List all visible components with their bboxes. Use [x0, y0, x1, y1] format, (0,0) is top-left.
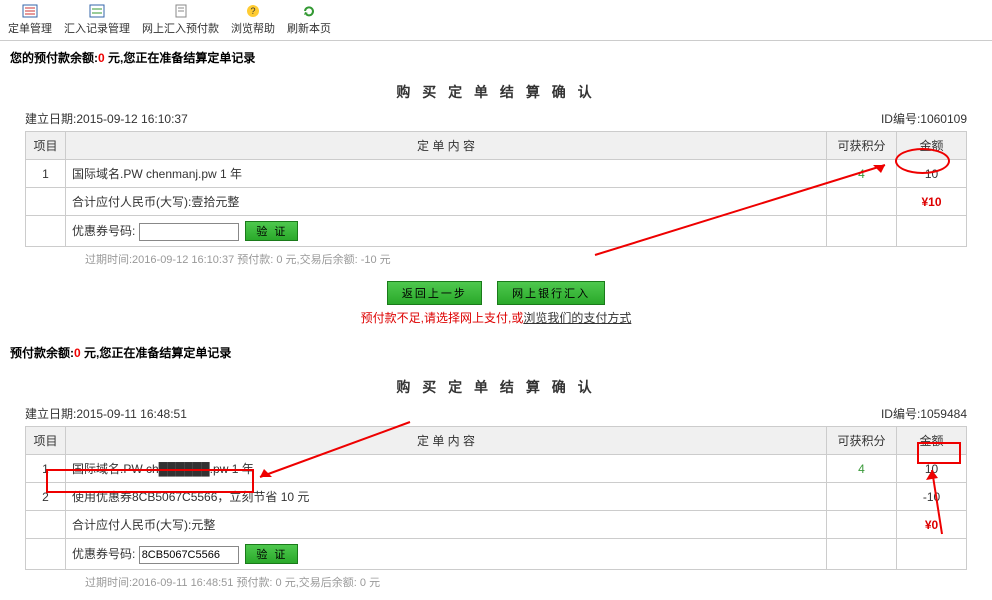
nav-label: 定单管理	[8, 20, 52, 36]
nav-help[interactable]: ? 浏览帮助	[231, 4, 275, 36]
created-date: 建立日期:2015-09-11 16:48:51	[25, 405, 187, 422]
nav-label: 刷新本页	[287, 20, 331, 36]
expiry-info: 过期时间:2016-09-11 16:48:51 预付款: 0 元,交易后余额:…	[25, 570, 967, 590]
refresh-icon	[301, 4, 317, 18]
section-title: 购 买 定 单 结 算 确 认	[25, 82, 967, 102]
coupon-input[interactable]	[139, 546, 239, 564]
expiry-info: 过期时间:2016-09-12 16:10:37 预付款: 0 元,交易后余额:…	[25, 247, 967, 267]
nav-orders[interactable]: 定单管理	[8, 4, 52, 36]
table-row: 1 国际域名.PW ch██████.pw 1 年 4 10	[26, 455, 967, 483]
nav-label: 网上汇入预付款	[142, 20, 219, 36]
verify-button[interactable]: 验 证	[245, 544, 298, 564]
table-row: 1 国际域名.PW chenmanj.pw 1 年 4 10	[26, 160, 967, 188]
col-idx: 项目	[26, 132, 66, 160]
sum-row: 合计应付人民币(大写):壹拾元整 ¥10	[26, 188, 967, 216]
coupon-row: 优惠券号码: 验 证	[26, 216, 967, 247]
bank-remit-button[interactable]: 网上银行汇入	[497, 281, 605, 305]
svg-text:?: ?	[250, 6, 255, 16]
coupon-input[interactable]	[139, 223, 239, 241]
order-table-2: 项目 定 单 内 容 可获积分 金额 1 国际域名.PW ch██████.pw…	[25, 426, 967, 570]
balance-bar-2: 预付款余额:0 元,您正在准备结算定单记录	[0, 336, 992, 369]
order-table-1: 项目 定 单 内 容 可获积分 金额 1 国际域名.PW chenmanj.pw…	[25, 131, 967, 247]
amount-due: ¥0	[897, 511, 967, 539]
nav-label: 汇入记录管理	[64, 20, 130, 36]
coupon-row: 优惠券号码: 验 证	[26, 539, 967, 570]
list-icon	[89, 4, 105, 18]
help-icon: ?	[245, 4, 261, 18]
col-content: 定 单 内 容	[66, 132, 827, 160]
order-id: ID编号:1059484	[881, 405, 967, 422]
list-icon	[22, 4, 38, 18]
coupon-label: 优惠券号码:	[72, 224, 135, 238]
nav-refresh[interactable]: 刷新本页	[287, 4, 331, 36]
section-title: 购 买 定 单 结 算 确 认	[25, 377, 967, 397]
balance-bar-1: 您的预付款余额:0 元,您正在准备结算定单记录	[0, 41, 992, 74]
doc-icon	[173, 4, 189, 18]
amount-due: ¥10	[897, 188, 967, 216]
col-amount: 金额	[897, 427, 967, 455]
back-button[interactable]: 返回上一步	[387, 281, 482, 305]
top-nav: 定单管理 汇入记录管理 网上汇入预付款 ? 浏览帮助 刷新本页	[0, 0, 992, 41]
table-row: 2 使用优惠券8CB5067C5566，立刻节省 10 元 -10	[26, 483, 967, 511]
nav-remit-records[interactable]: 汇入记录管理	[64, 4, 130, 36]
nav-label: 浏览帮助	[231, 20, 275, 36]
created-date: 建立日期:2015-09-12 16:10:37	[25, 110, 188, 127]
order-id: ID编号:1060109	[881, 110, 967, 127]
col-idx: 项目	[26, 427, 66, 455]
col-amount: 金额	[897, 132, 967, 160]
coupon-label: 优惠券号码:	[72, 547, 135, 561]
nav-online-remit[interactable]: 网上汇入预付款	[142, 4, 219, 36]
payment-methods-link[interactable]: 浏览我们的支付方式	[523, 311, 631, 325]
col-points: 可获积分	[827, 427, 897, 455]
col-points: 可获积分	[827, 132, 897, 160]
warning-text: 预付款不足,请选择网上支付,或浏览我们的支付方式	[25, 309, 967, 326]
col-content: 定 单 内 容	[66, 427, 827, 455]
verify-button[interactable]: 验 证	[245, 221, 298, 241]
sum-row: 合计应付人民币(大写):元整 ¥0	[26, 511, 967, 539]
